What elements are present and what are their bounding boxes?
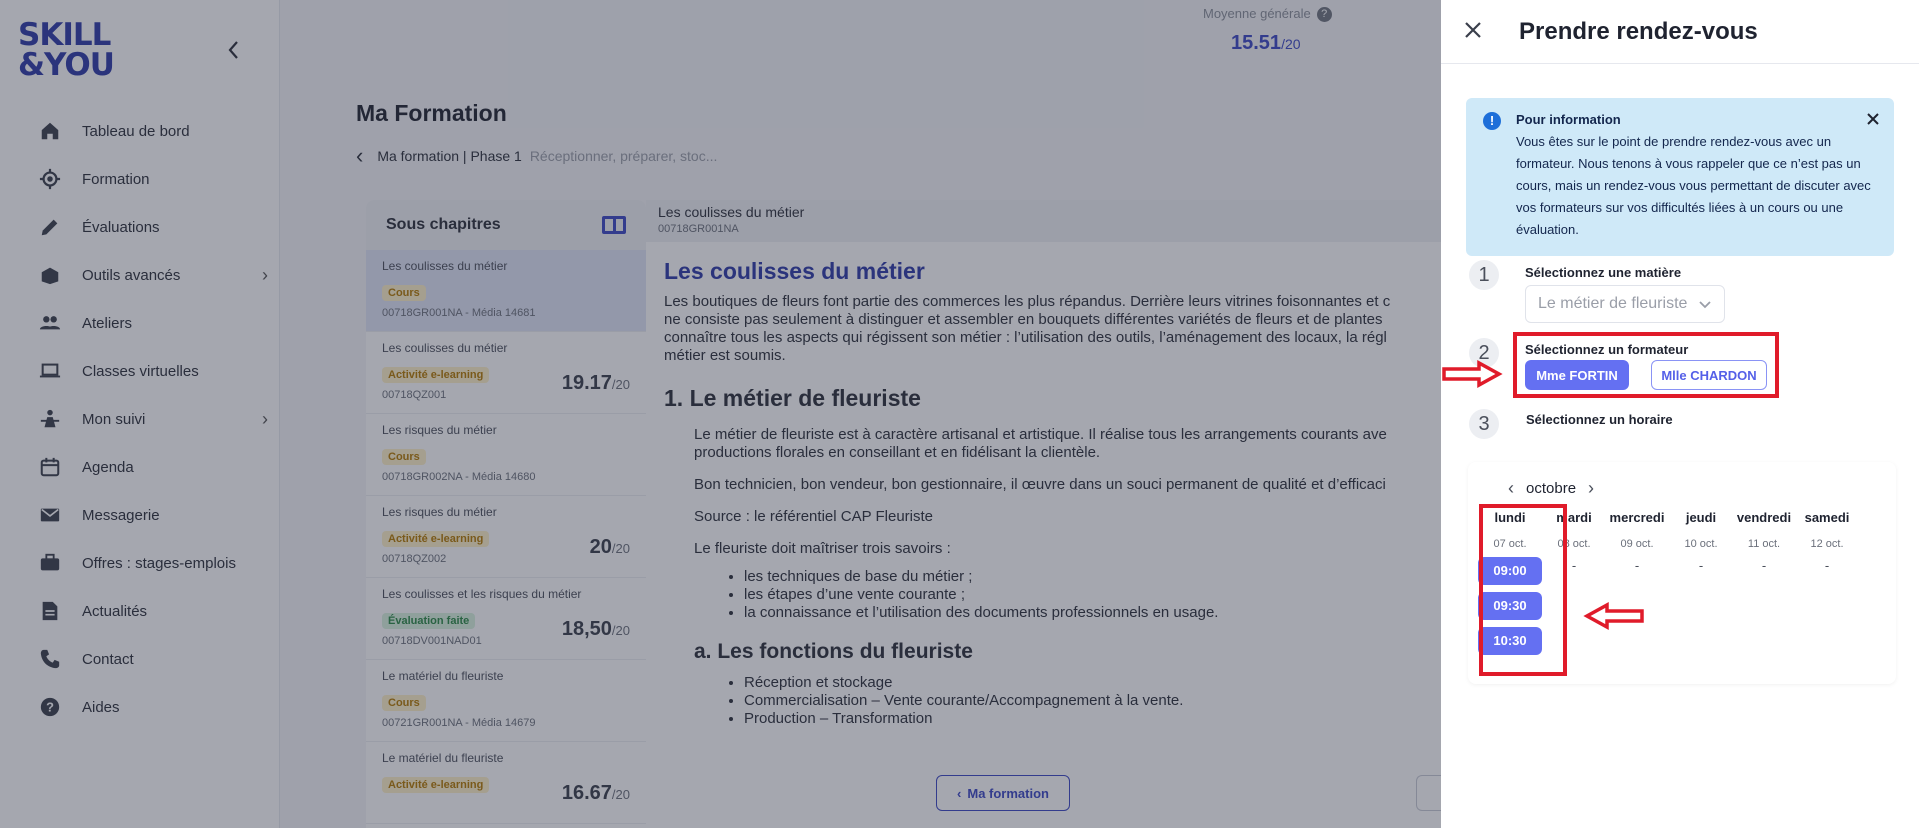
step-1-number: 1 xyxy=(1469,260,1499,290)
drawer-title: Prendre rendez-vous xyxy=(1519,18,1758,45)
info-text: Vous êtes sur le point de prendre rendez… xyxy=(1516,134,1871,237)
info-icon: ! xyxy=(1483,112,1501,130)
day-column-mercredi: mercredi 09 oct. - xyxy=(1605,510,1669,573)
info-banner: ! Pour information Vous êtes sur le poin… xyxy=(1466,98,1894,256)
info-title: Pour information xyxy=(1516,112,1621,127)
month-label: octobre xyxy=(1526,480,1577,497)
day-name: mercredi xyxy=(1609,510,1665,525)
step-3-number: 3 xyxy=(1469,409,1499,439)
day-date: 11 oct. xyxy=(1747,538,1781,550)
close-icon xyxy=(1867,113,1879,125)
annotation-box-slots xyxy=(1479,504,1567,676)
day-column-vendredi: vendredi 11 oct. - xyxy=(1732,510,1796,573)
month-navigation: ‹ octobre › xyxy=(1496,478,1606,499)
day-column-jeudi: jeudi 10 oct. - xyxy=(1669,510,1733,573)
annotation-arrow-left-icon xyxy=(1583,602,1644,630)
day-column-samedi: samedi 12 oct. - xyxy=(1795,510,1859,573)
no-slot-dash: - xyxy=(1761,558,1767,573)
step-1-label: Sélectionnez une matière xyxy=(1525,265,1682,280)
no-slot-dash: - xyxy=(1634,558,1640,573)
chevron-down-icon xyxy=(1699,301,1711,309)
subject-select-value: Le métier de fleuriste xyxy=(1538,295,1688,312)
day-name: vendredi xyxy=(1736,510,1792,525)
close-info-button[interactable] xyxy=(1866,109,1880,132)
annotation-box-trainers xyxy=(1513,332,1779,398)
previous-month-button[interactable]: ‹ xyxy=(1508,478,1514,499)
divider xyxy=(1441,63,1919,64)
day-name: jeudi xyxy=(1685,510,1717,525)
no-slot-dash: - xyxy=(1824,558,1830,573)
appointment-drawer: Prendre rendez-vous ! Pour information V… xyxy=(1441,0,1919,828)
no-slot-dash: - xyxy=(1698,558,1704,573)
modal-overlay[interactable] xyxy=(0,0,1441,828)
annotation-arrow-right-icon xyxy=(1442,360,1503,388)
day-name: samedi xyxy=(1804,510,1850,525)
close-drawer-button[interactable] xyxy=(1463,18,1483,44)
day-date: 09 oct. xyxy=(1620,538,1654,550)
day-date: 10 oct. xyxy=(1684,538,1718,550)
day-date: 12 oct. xyxy=(1810,538,1844,550)
close-icon xyxy=(1465,22,1481,38)
subject-select[interactable]: Le métier de fleuriste xyxy=(1525,285,1725,323)
step-3-label: Sélectionnez un horaire xyxy=(1526,412,1673,427)
next-month-button[interactable]: › xyxy=(1588,478,1594,499)
